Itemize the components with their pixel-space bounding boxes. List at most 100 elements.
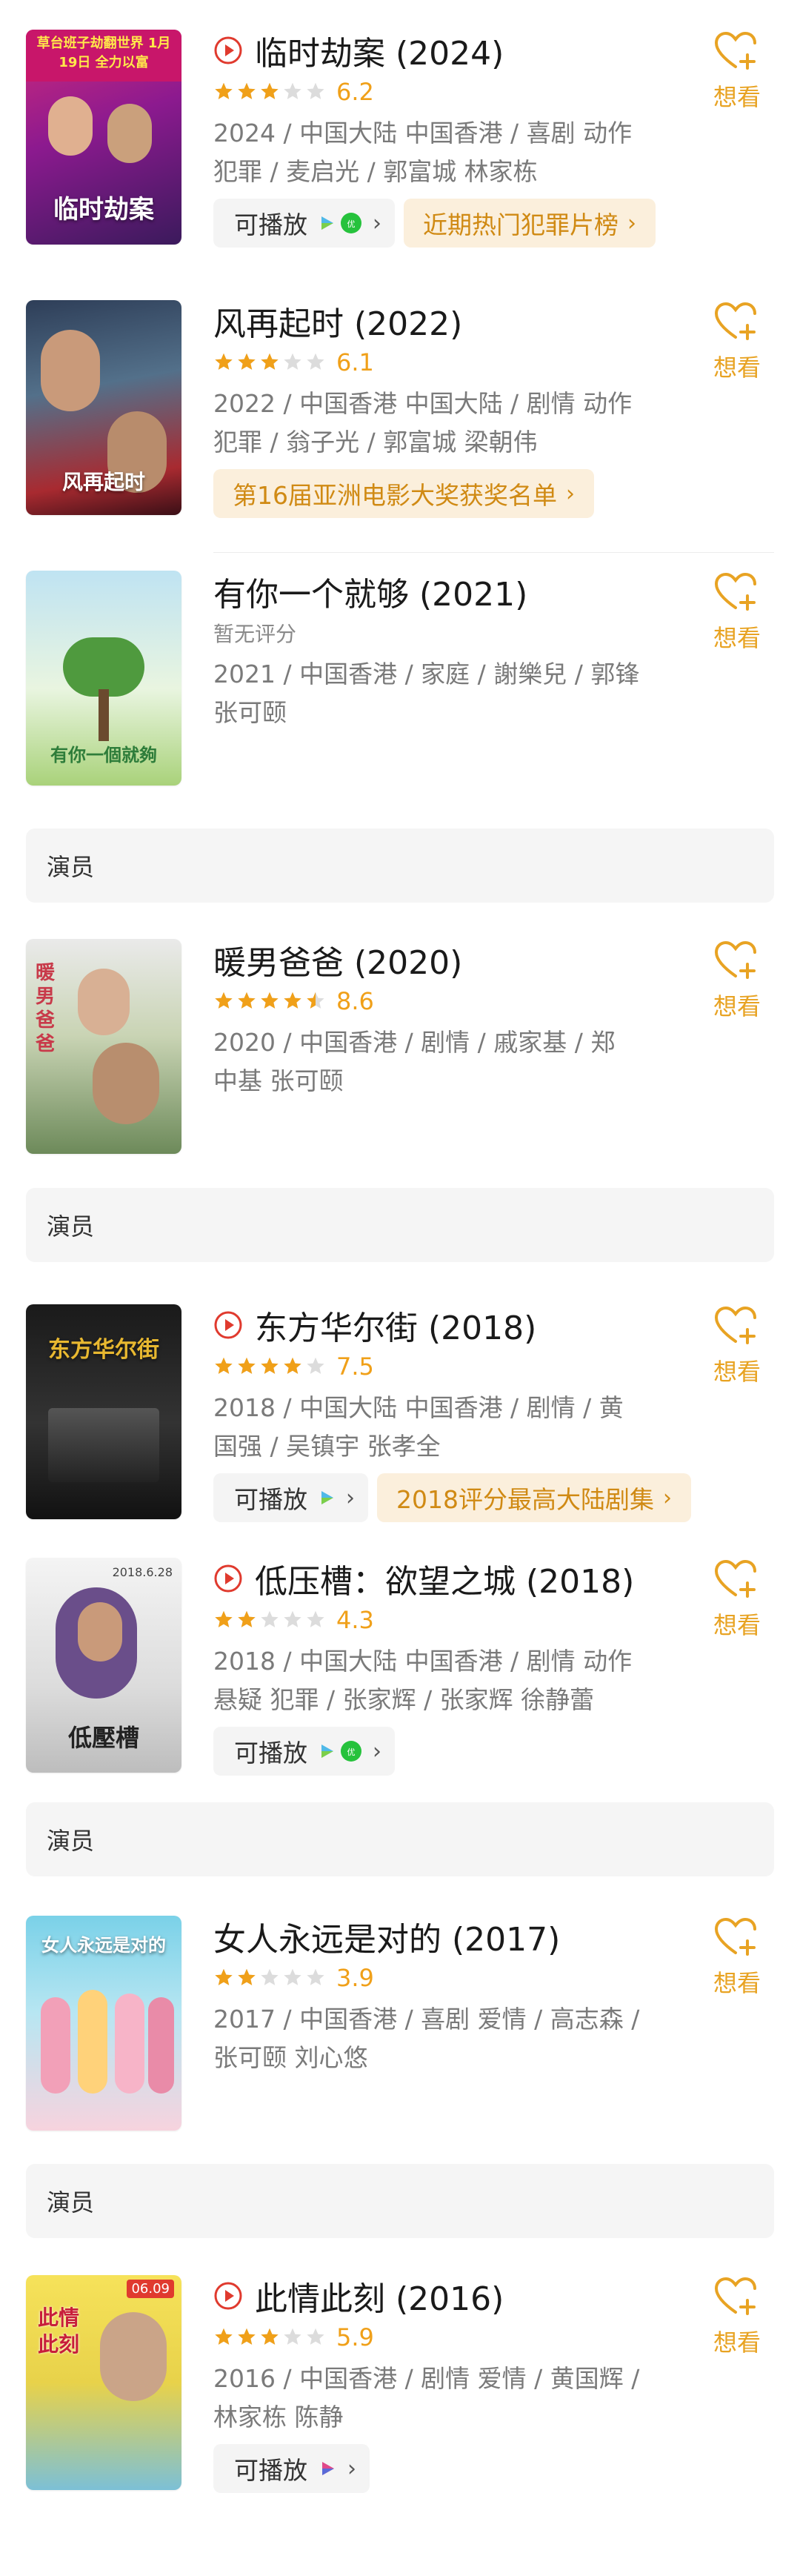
playable-button[interactable]: 可播放 › (213, 1473, 368, 1522)
meta-line: 犯罪 / 翁子光 / 郭富城 梁朝伟 (213, 428, 538, 457)
rating-score: 6.2 (336, 78, 374, 106)
poster-date: 06.09 (127, 2280, 174, 2298)
poster-banner: 草台班子劫翻世界 1月19日 全力以富 (36, 36, 171, 70)
movie-item[interactable]: 风再起时 风再起时 (2022) 6.1 2022 / 中国香港 中国大陆 / … (0, 300, 800, 522)
heart-plus-icon (714, 302, 756, 340)
movie-title[interactable]: 女人永远是对的 (2017) (213, 1913, 560, 1960)
movie-poster[interactable]: 风再起时 (26, 300, 181, 515)
platform-tencent-icon: 优 (341, 1741, 361, 1762)
star-half-icon (307, 992, 324, 1009)
actor-section[interactable]: 演员 (26, 1802, 774, 1876)
rating-score: 7.5 (336, 1352, 374, 1381)
movie-item[interactable]: 草台班子劫翻世界 1月19日 全力以富 临时劫案 临时劫案 (2024) 6.2… (0, 30, 800, 252)
movie-title[interactable]: 此情此刻 (2016) (255, 2272, 504, 2320)
movie-poster[interactable]: 2018.6.28 低壓槽 (26, 1558, 181, 1773)
star-empty-icon (261, 1968, 279, 1985)
actor-section[interactable]: 演员 (26, 829, 774, 903)
chevron-right-icon: › (373, 1738, 381, 1765)
poster-title: 临时劫案 (53, 195, 154, 225)
meta-line: 犯罪 / 麦启光 / 郭富城 林家栋 (213, 157, 538, 186)
star-full-icon (261, 353, 279, 370)
star-empty-icon (307, 2328, 324, 2345)
want-to-watch-label: 想看 (713, 624, 761, 652)
movie-poster[interactable]: 06.09 此情此刻 (26, 2275, 181, 2490)
movie-meta: 2022 / 中国香港 中国大陆 / 剧情 动作 犯罪 / 翁子光 / 郭富城 … (213, 385, 673, 462)
movie-title[interactable]: 暖男爸爸 (2020) (213, 936, 462, 983)
movie-item[interactable]: 2018.6.28 低壓槽 低压槽：欲望之城 (2018) 4.3 2018 /… (0, 1558, 800, 1780)
chevron-right-icon: › (662, 1484, 672, 1511)
star-full-icon (215, 353, 233, 370)
star-full-icon (238, 82, 256, 99)
meta-line: 2021 / 中国香港 / 家庭 / 謝樂兒 / 郭锋 (213, 660, 640, 688)
want-to-watch-button[interactable]: 想看 (711, 1558, 763, 1641)
star-empty-icon (261, 1610, 279, 1627)
star-full-icon (238, 2328, 256, 2345)
chevron-right-icon: › (347, 2455, 356, 2482)
want-to-watch-label: 想看 (713, 353, 761, 382)
ranking-badge[interactable]: 2018评分最高大陆剧集 › (377, 1473, 691, 1522)
movie-poster[interactable]: 草台班子劫翻世界 1月19日 全力以富 临时劫案 (26, 30, 181, 245)
rating-score: 5.9 (336, 2323, 374, 2351)
meta-line: 2020 / 中国香港 / 剧情 / 戚家基 / 郑 (213, 1028, 616, 1057)
want-to-watch-button[interactable]: 想看 (711, 1916, 763, 1999)
heart-plus-icon (714, 31, 756, 70)
movie-title[interactable]: 风再起时 (2022) (213, 297, 462, 345)
svg-text:优: 优 (347, 1747, 356, 1757)
star-full-icon (238, 1357, 256, 1374)
want-to-watch-button[interactable]: 想看 (711, 1304, 763, 1387)
playable-label: 可播放 (234, 1485, 307, 1514)
star-empty-icon (284, 1968, 301, 1985)
playable-button[interactable]: 可播放 优 › (213, 199, 395, 248)
star-full-icon (215, 1610, 233, 1627)
movie-item[interactable]: 东方华尔街 东方华尔街 (2018) 7.5 2018 / 中国大陆 中国香港 … (0, 1304, 800, 1527)
divider (213, 552, 774, 553)
movie-poster[interactable]: 东方华尔街 (26, 1304, 181, 1519)
play-icon (214, 36, 242, 64)
want-to-watch-button[interactable]: 想看 (711, 571, 763, 654)
star-empty-icon (284, 1610, 301, 1627)
actor-section[interactable]: 演员 (26, 2164, 774, 2238)
award-badge[interactable]: 第16届亚洲电影大奖获奖名单 › (213, 469, 594, 518)
movie-item[interactable]: 06.09 此情此刻 此情此刻 (2016) 5.9 2016 / 中国香港 /… (0, 2275, 800, 2527)
poster-title: 东方华尔街 (48, 1337, 159, 1363)
star-empty-icon (284, 353, 301, 370)
movie-meta: 2024 / 中国大陆 中国香港 / 喜剧 动作 犯罪 / 麦启光 / 郭富城 … (213, 114, 673, 191)
star-empty-icon (307, 1968, 324, 1985)
movie-item[interactable]: 暖男爸爸 暖男爸爸 (2020) 8.6 2020 / 中国香港 / 剧情 / … (0, 939, 800, 1161)
chevron-right-icon: › (346, 1484, 355, 1511)
movie-title[interactable]: 有你一个就够 (2021) (213, 568, 527, 615)
movie-poster[interactable]: 女人永远是对的 (26, 1916, 181, 2131)
poster-title: 女人永远是对的 (41, 1934, 166, 1956)
movie-title[interactable]: 东方华尔街 (2018) (255, 1301, 536, 1349)
want-to-watch-button[interactable]: 想看 (711, 30, 763, 113)
star-full-icon (238, 992, 256, 1009)
meta-line: 2024 / 中国大陆 中国香港 / 喜剧 动作 (213, 119, 633, 147)
poster-title: 风再起时 (61, 470, 145, 494)
star-full-icon (238, 1968, 256, 1985)
poster-title: 低壓槽 (67, 1724, 139, 1752)
movie-poster[interactable]: 暖男爸爸 (26, 939, 181, 1154)
movie-meta: 2018 / 中国大陆 中国香港 / 剧情 动作 悬疑 犯罪 / 张家辉 / 张… (213, 1642, 673, 1719)
playable-button[interactable]: 可播放 › (213, 2444, 370, 2493)
play-icon (214, 1564, 242, 1593)
platform-tencent-icon: 优 (341, 213, 361, 233)
movie-poster[interactable]: 有你一個就夠 (26, 571, 181, 786)
actor-section[interactable]: 演员 (26, 1188, 774, 1262)
want-to-watch-button[interactable]: 想看 (711, 300, 763, 383)
want-to-watch-button[interactable]: 想看 (711, 939, 763, 1022)
movie-item[interactable]: 有你一個就夠 有你一个就够 (2021) 暂无评分 2021 / 中国香港 / … (0, 571, 800, 793)
rating-score: 6.1 (336, 348, 374, 376)
actor-section-label: 演员 (47, 1212, 95, 1241)
ranking-badge[interactable]: 近期热门犯罪片榜 › (404, 199, 656, 248)
movie-item[interactable]: 女人永远是对的 女人永远是对的 (2017) 3.9 2017 / 中国香港 /… (0, 1916, 800, 2138)
actor-section-label: 演员 (47, 853, 95, 881)
star-full-icon (238, 353, 256, 370)
playable-button[interactable]: 可播放 优 › (213, 1727, 395, 1776)
movie-meta: 2021 / 中国香港 / 家庭 / 謝樂兒 / 郭锋 张可颐 (213, 655, 673, 732)
svg-text:优: 优 (347, 219, 356, 229)
movie-title[interactable]: 低压槽：欲望之城 (2018) (255, 1555, 634, 1602)
want-to-watch-button[interactable]: 想看 (711, 2275, 763, 2358)
actor-section-label: 演员 (47, 1827, 95, 1855)
movie-title[interactable]: 临时劫案 (2024) (255, 27, 504, 74)
star-full-icon (215, 1357, 233, 1374)
